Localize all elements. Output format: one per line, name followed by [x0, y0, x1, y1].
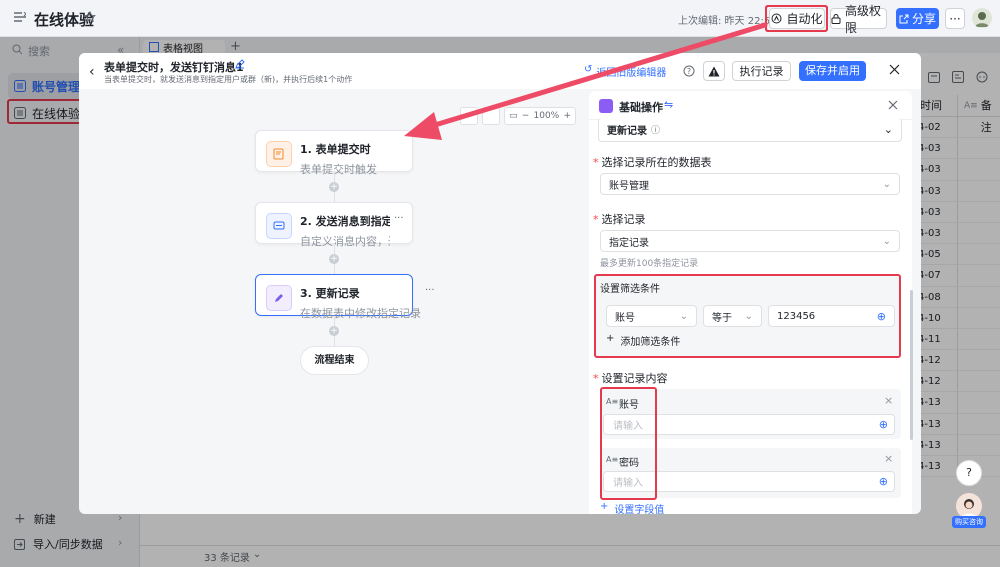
annotation-arrow — [404, 22, 768, 140]
